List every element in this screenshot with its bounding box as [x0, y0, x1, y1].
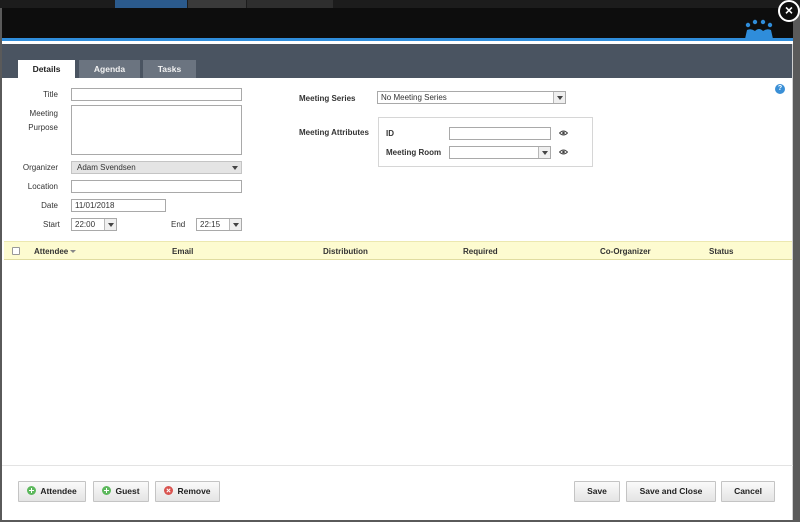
- chevron-down-icon: [229, 219, 241, 230]
- sort-down-icon: [70, 250, 77, 254]
- tab-bar: Details Agenda Tasks: [2, 44, 793, 78]
- help-icon[interactable]: ?: [775, 84, 785, 94]
- add-icon: [27, 486, 37, 495]
- background-tab: [247, 0, 333, 8]
- eye-icon[interactable]: [559, 149, 568, 155]
- add-guest-button[interactable]: Guest: [93, 481, 149, 502]
- add-guest-label: Guest: [115, 486, 140, 496]
- title-label: Title: [43, 90, 58, 99]
- close-icon: ×: [784, 2, 794, 18]
- meeting-purpose-label-line2: Purpose: [28, 123, 58, 132]
- meeting-purpose-label: Meeting Purpose: [12, 107, 58, 135]
- date-input[interactable]: 11/01/2018: [71, 199, 166, 212]
- meeting-purpose-textarea[interactable]: [71, 105, 242, 155]
- meeting-series-label: Meeting Series: [299, 94, 356, 103]
- chevron-down-icon: [538, 147, 550, 158]
- start-label: Start: [43, 220, 60, 229]
- meeting-attributes-label: Meeting Attributes: [299, 128, 369, 137]
- tab-agenda[interactable]: Agenda: [79, 60, 140, 78]
- meeting-dialog: Details Agenda Tasks ? Title Meeting Pur…: [2, 8, 793, 520]
- dialog-header: [2, 8, 793, 41]
- background-app-bar: [0, 0, 800, 8]
- add-attendee-label: Attendee: [40, 486, 77, 496]
- meeting-series-select[interactable]: No Meeting Series: [377, 91, 566, 104]
- background-tab-active: [115, 0, 187, 8]
- meeting-purpose-label-line1: Meeting: [29, 109, 58, 118]
- chevron-down-icon: [229, 162, 241, 173]
- location-label: Location: [27, 182, 58, 191]
- attribute-id-input[interactable]: [449, 127, 551, 140]
- cancel-button[interactable]: Cancel: [721, 481, 775, 502]
- column-header-attendee[interactable]: Attendee: [34, 247, 77, 256]
- add-attendee-button[interactable]: Attendee: [18, 481, 86, 502]
- add-icon: [102, 486, 112, 495]
- end-label: End: [171, 220, 186, 229]
- footer-divider: [2, 465, 793, 466]
- start-time-select[interactable]: 22:00: [71, 218, 117, 231]
- end-time-select[interactable]: 22:15: [196, 218, 242, 231]
- select-all-checkbox[interactable]: [12, 247, 20, 255]
- close-button[interactable]: ×: [778, 0, 800, 22]
- background-tab: [188, 0, 246, 8]
- column-header-attendee-label: Attendee: [34, 247, 69, 256]
- attendee-grid-header: Attendee Email Distribution Required Co-…: [4, 241, 793, 260]
- dialog-right-border: [792, 44, 793, 520]
- start-time-value: 22:00: [75, 220, 96, 229]
- remove-label: Remove: [177, 486, 211, 496]
- organizer-value: Adam Svendsen: [77, 163, 136, 172]
- save-button[interactable]: Save: [574, 481, 620, 502]
- remove-icon: [164, 486, 174, 495]
- column-header-co-organizer[interactable]: Co-Organizer: [600, 247, 651, 256]
- attribute-id-label: ID: [386, 129, 394, 138]
- meeting-room-select[interactable]: [449, 146, 551, 159]
- column-header-email[interactable]: Email: [172, 247, 193, 256]
- chevron-down-icon: [104, 219, 116, 230]
- location-input[interactable]: [71, 180, 242, 193]
- save-and-close-button[interactable]: Save and Close: [626, 481, 716, 502]
- brand-logo-icon: [745, 19, 773, 39]
- remove-button[interactable]: Remove: [155, 481, 220, 502]
- eye-icon[interactable]: [559, 130, 568, 136]
- date-label: Date: [41, 201, 58, 210]
- tab-tasks[interactable]: Tasks: [143, 60, 196, 78]
- column-header-distribution[interactable]: Distribution: [323, 247, 368, 256]
- meeting-series-value: No Meeting Series: [381, 93, 447, 102]
- chevron-down-icon: [553, 92, 565, 103]
- column-header-required[interactable]: Required: [463, 247, 498, 256]
- end-time-value: 22:15: [200, 220, 221, 229]
- meeting-room-label: Meeting Room: [386, 148, 442, 157]
- organizer-select[interactable]: Adam Svendsen: [71, 161, 242, 174]
- organizer-label: Organizer: [22, 163, 58, 172]
- meeting-attributes-panel: ID Meeting Room: [378, 117, 593, 167]
- column-header-status[interactable]: Status: [709, 247, 733, 256]
- title-input[interactable]: [71, 88, 242, 101]
- tab-details[interactable]: Details: [18, 60, 75, 78]
- header-accent-line: [2, 38, 793, 41]
